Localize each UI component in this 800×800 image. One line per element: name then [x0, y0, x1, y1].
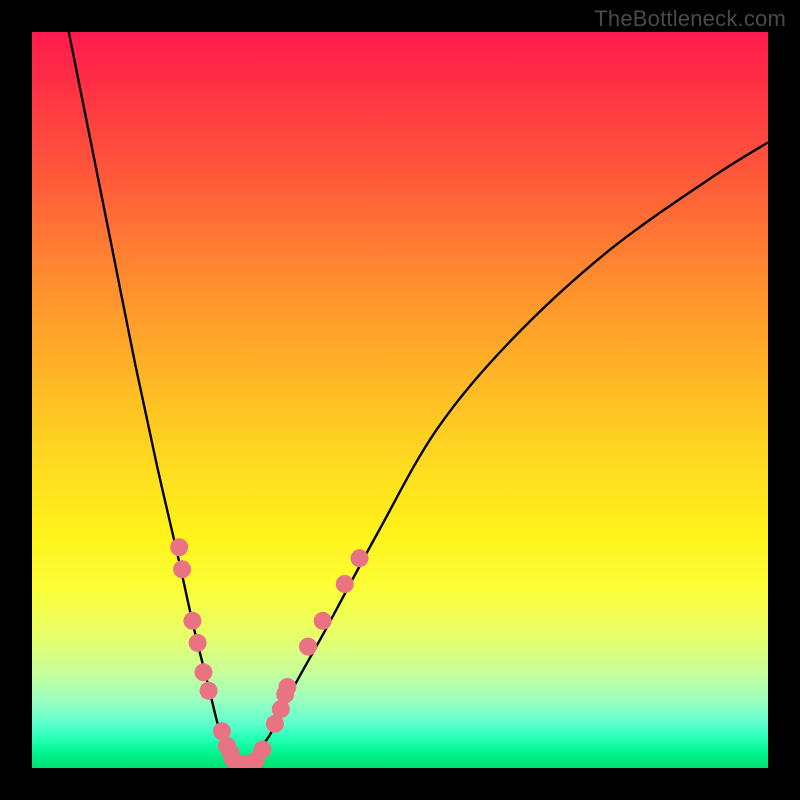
watermark-label: TheBottleneck.com [594, 6, 786, 32]
data-marker [170, 538, 188, 556]
data-marker [173, 560, 191, 578]
data-marker [278, 678, 296, 696]
data-marker [336, 575, 354, 593]
chart-frame: TheBottleneck.com [0, 0, 800, 800]
bottleneck-curve [69, 32, 768, 768]
curve-layer [32, 32, 768, 768]
data-marker [314, 612, 332, 630]
data-marker [253, 741, 271, 759]
data-marker [195, 663, 213, 681]
data-marker [200, 682, 218, 700]
data-marker [183, 612, 201, 630]
data-marker [351, 549, 369, 567]
data-marker [189, 634, 207, 652]
plot-area [32, 32, 768, 768]
data-marker [299, 638, 317, 656]
